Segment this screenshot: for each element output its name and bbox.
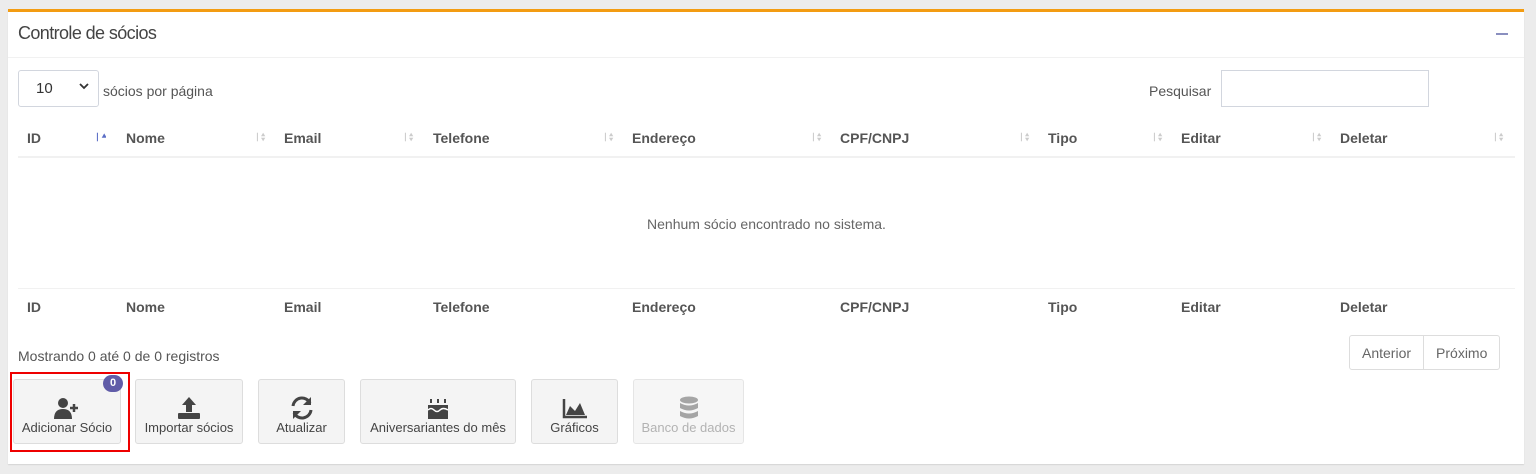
database-icon xyxy=(679,396,698,419)
sort-both-icon xyxy=(1312,132,1322,142)
footer-column-deletar: Deletar xyxy=(1340,299,1388,315)
panel-title: Controle de sócios xyxy=(18,23,157,43)
column-label: ID xyxy=(27,130,41,146)
search-label: Pesquisar xyxy=(1149,83,1212,99)
column-label: Email xyxy=(284,130,322,146)
footer-column-telefone: Telefone xyxy=(433,299,490,315)
column-label: Endereço xyxy=(632,130,696,146)
minus-icon[interactable] xyxy=(1496,33,1508,35)
chevron-down-icon xyxy=(79,83,89,90)
column-label: Nome xyxy=(126,130,165,146)
footer-column-nome: Nome xyxy=(126,299,165,315)
column-header-nome[interactable]: Nome xyxy=(126,120,165,158)
empty-table-message: Nenhum sócio encontrado no sistema. xyxy=(647,216,886,232)
sort-both-icon xyxy=(812,132,822,142)
birthdays-label: Aniversariantes do mês xyxy=(370,420,506,435)
footer-column-endereco: Endereço xyxy=(632,299,696,315)
column-label: Deletar xyxy=(1340,130,1388,146)
import-socios-button[interactable]: Importar sócios xyxy=(135,379,243,444)
column-label: Editar xyxy=(1181,130,1221,146)
area-chart-icon xyxy=(562,399,587,419)
column-label: Telefone xyxy=(433,130,490,146)
column-header-telefone[interactable]: Telefone xyxy=(433,120,490,158)
column-header-editar[interactable]: Editar xyxy=(1181,120,1221,158)
sort-both-icon xyxy=(404,132,414,142)
charts-label: Gráficos xyxy=(550,420,599,435)
table-footer-row: ID Nome Email Telefone Endereço CPF/CNPJ… xyxy=(18,288,1515,326)
column-header-email[interactable]: Email xyxy=(284,120,321,158)
birthday-cake-icon xyxy=(427,399,449,419)
page-length-value: 10 xyxy=(36,80,53,97)
refresh-label: Atualizar xyxy=(276,420,327,435)
charts-button[interactable]: Gráficos xyxy=(531,379,618,444)
search-input[interactable] xyxy=(1221,70,1429,107)
previous-page-button[interactable]: Anterior xyxy=(1350,336,1423,369)
refresh-button[interactable]: Atualizar xyxy=(258,379,345,444)
upload-icon xyxy=(178,397,200,419)
table-header-row: ID Nome Email Telefone Endereço CPF/CNPJ… xyxy=(18,120,1515,158)
footer-column-tipo: Tipo xyxy=(1048,299,1078,315)
column-header-id[interactable]: ID xyxy=(27,120,41,158)
socios-panel: Controle de sócios 10 sócios por página … xyxy=(8,9,1524,464)
footer-column-email: Email xyxy=(284,299,322,315)
sort-both-icon xyxy=(1494,132,1504,142)
pagination: Anterior Próximo xyxy=(1349,335,1501,370)
table-info: Mostrando 0 até 0 de 0 registros xyxy=(18,348,220,364)
refresh-icon xyxy=(291,396,312,420)
footer-column-cpf-cnpj: CPF/CNPJ xyxy=(840,299,910,315)
import-socios-label: Importar sócios xyxy=(144,420,234,435)
page-length-label: sócios por página xyxy=(103,83,213,99)
sort-both-icon xyxy=(256,132,266,142)
sort-asc-icon xyxy=(96,132,106,142)
column-header-deletar[interactable]: Deletar xyxy=(1340,120,1387,158)
column-header-endereco[interactable]: Endereço xyxy=(632,120,696,158)
database-button[interactable]: Banco de dados xyxy=(633,379,744,444)
birthdays-button[interactable]: Aniversariantes do mês xyxy=(360,379,516,444)
footer-column-editar: Editar xyxy=(1181,299,1221,315)
database-label: Banco de dados xyxy=(641,420,736,435)
highlight-box xyxy=(10,372,130,452)
sort-both-icon xyxy=(1020,132,1030,142)
sort-both-icon xyxy=(604,132,614,142)
column-header-tipo[interactable]: Tipo xyxy=(1048,120,1077,158)
column-header-cpf-cnpj[interactable]: CPF/CNPJ xyxy=(840,120,909,158)
footer-column-id: ID xyxy=(27,299,41,315)
page-length-select[interactable]: 10 xyxy=(18,70,99,107)
sort-both-icon xyxy=(1153,132,1163,142)
column-label: Tipo xyxy=(1048,130,1078,146)
panel-header: Controle de sócios xyxy=(8,12,1524,58)
column-label: CPF/CNPJ xyxy=(840,130,910,146)
next-page-button[interactable]: Próximo xyxy=(1423,336,1499,369)
